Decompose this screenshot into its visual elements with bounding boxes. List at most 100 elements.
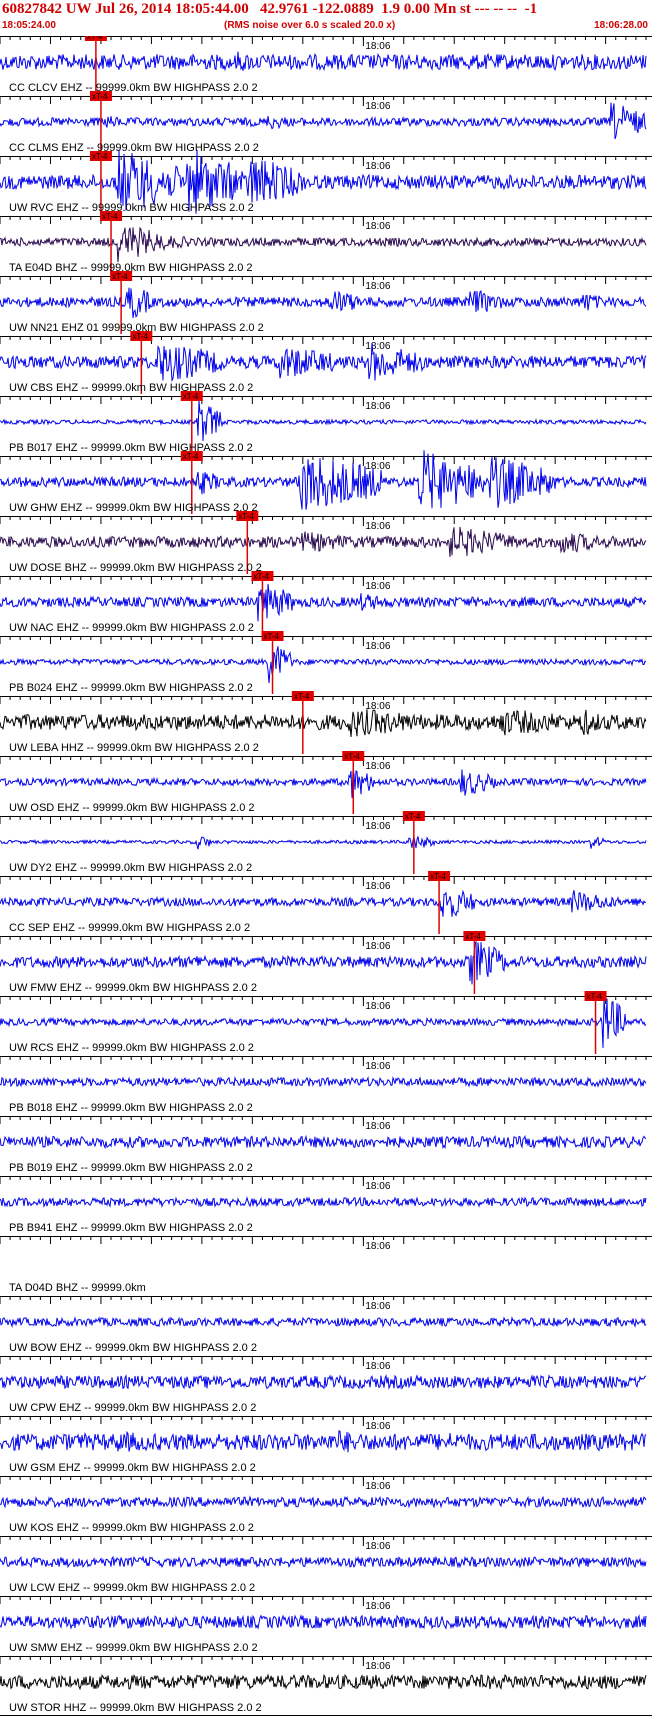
station-label: UW BOW EHZ -- 99999.0km BW HIGHPASS 2.0 … [9, 1342, 257, 1354]
station-label: PB B018 EHZ -- 99999.0km BW HIGHPASS 2.0… [9, 1102, 253, 1114]
station-label: PB B024 EHZ -- 99999.0km BW HIGHPASS 2.0… [9, 682, 253, 694]
waveform [0, 1614, 647, 1630]
minute-label: 18:06 [365, 41, 390, 52]
minute-label: 18:06 [365, 1301, 390, 1312]
minute-label: 18:06 [365, 101, 390, 112]
station-label: UW NAC EHZ -- 99999.0km BW HIGHPASS 2.0 … [9, 622, 254, 634]
trace-row: 18:06 UW BOW EHZ -- 99999.0km BW HIGHPASS… [0, 1296, 652, 1354]
waveform [0, 1555, 647, 1569]
station-label: UW KOS EHZ -- 99999.0km BW HIGHPASS 2.0 … [9, 1522, 254, 1534]
trace-row: 18:06 UW STOR HHZ -- 99999.0km BW HIGHPAS… [0, 1656, 652, 1714]
waveform [0, 646, 647, 684]
trace-row: 18:06 UW KOS EHZ -- 99999.0km BW HIGHPASS… [0, 1476, 652, 1534]
station-label: UW GHW EHZ -- 99999.0km BW HIGHPASS 2.0 … [9, 502, 258, 514]
station-label: UW GSM EHZ -- 99999.0km BW HIGHPASS 2.0 … [9, 1462, 256, 1474]
minute-label: 18:06 [365, 1541, 390, 1552]
waveform [0, 769, 647, 798]
waveform [0, 1196, 647, 1208]
station-label: UW STOR HHZ -- 99999.0km BW HIGHPASS 2.0… [9, 1702, 262, 1714]
trace-row: 18:06 UW SMW EHZ -- 99999.0km BW HIGHPASS… [0, 1596, 652, 1654]
trace-row: 18:06 PB B018 EHZ -- 99999.0km BW HIGHPAS… [0, 1056, 652, 1114]
waveform [0, 226, 647, 263]
scaling-note: (RMS noise over 6.0 s scaled 20.0 x) [224, 20, 396, 31]
minute-label: 18:06 [365, 1661, 390, 1672]
waveform [0, 584, 647, 622]
trace-row: 18:06 UW GSM EHZ -- 99999.0km BW HIGHPASS… [0, 1416, 652, 1474]
station-label: UW DOSE BHZ -- 99999.0km BW HIGHPASS 2.0… [9, 562, 262, 574]
minute-label: 18:06 [365, 761, 390, 772]
trace-row: 18:06 PB B941 EHZ -- 99999.0km BW HIGHPAS… [0, 1176, 652, 1234]
trace-row: 18:06 UW CPW EHZ -- 99999.0km BW HIGHPASS… [0, 1356, 652, 1414]
waveform [0, 1495, 647, 1509]
waveform [0, 836, 647, 850]
minute-label: 18:06 [365, 1601, 390, 1612]
station-label: UW RCS EHZ -- 99999.0km BW HIGHPASS 2.0 … [9, 1042, 254, 1054]
minute-label: 18:06 [365, 641, 390, 652]
pick-label: xT-4 [183, 452, 199, 461]
minute-label: 18:06 [365, 881, 390, 892]
waveform [0, 709, 647, 737]
minute-label: 18:06 [365, 1481, 390, 1492]
waveform [0, 526, 647, 558]
trace-row: 18:06 xT-4 UW DOSE BHZ -- 99999.0km BW HIG… [0, 511, 652, 574]
minute-label: 18:06 [365, 941, 390, 952]
minute-label: 18:06 [365, 701, 390, 712]
trace-row: 18:06 TA D04D BHZ -- 99999.0km [0, 1236, 652, 1294]
pick-label: xT-4 [132, 332, 148, 341]
trace-row: 18:06 xT-4 UW LEBA HHZ -- 99999.0km BW HIG… [0, 691, 652, 754]
waveform [0, 400, 647, 441]
waveform [0, 1673, 647, 1691]
waveform [0, 1374, 647, 1391]
trace-row: 18:06 xT-4 UW RVC EHZ -- 99999.0km BW HIGH… [0, 149, 652, 214]
minute-label: 18:06 [365, 1061, 390, 1072]
trace-row: 18:06 xT-4 UW NAC EHZ -- 99999.0km BW HIGH… [0, 571, 652, 634]
station-label: UW LCW EHZ -- 99999.0km BW HIGHPASS 2.0 … [9, 1582, 255, 1594]
waveform [0, 998, 647, 1048]
station-label: UW CPW EHZ -- 99999.0km BW HIGHPASS 2.0 … [9, 1402, 256, 1414]
trace-row: 18:06 xT-4 UW OSD EHZ -- 99999.0km BW HIGH… [0, 751, 652, 814]
trace-row: 18:06xT-4TA E04D BHZ -- 99999.0km BW HIG… [0, 211, 652, 274]
station-label: CC CLMS EHZ -- 99999.0km BW HIGHPASS 2.0… [9, 142, 259, 154]
minute-label: 18:06 [365, 521, 390, 532]
pick-label: xT-4 [465, 932, 481, 941]
pick-label: xT-4 [238, 512, 254, 521]
pick-label: xT-4 [344, 752, 360, 761]
event-title: 60827842 UW Jul 26, 2014 18:05:44.00 42.… [2, 1, 538, 17]
pick-label: xT-4 [112, 272, 128, 281]
waveform [0, 1076, 647, 1088]
trace-row: 18:06 xT-4 UW CBS EHZ -- 99999.0km BW HIGH… [0, 331, 652, 394]
minute-label: 18:06 [365, 1121, 390, 1132]
plot-header: 60827842 UW Jul 26, 2014 18:05:44.00 42.… [0, 0, 652, 36]
pick-label: xT-4 [253, 572, 269, 581]
trace-row: 18:06 PB B019 EHZ -- 99999.0km BW HIGHPAS… [0, 1116, 652, 1174]
waveform [0, 889, 647, 917]
trace-row: 18:06 xT-4 CC CLMS EHZ -- 99999.0km BW HIG… [0, 91, 652, 154]
pick-label: xT-4 [183, 392, 199, 401]
waveform [0, 102, 647, 140]
station-label: PB B019 EHZ -- 99999.0km BW HIGHPASS 2.0… [9, 1162, 253, 1174]
seismogram-plot: 18:06xT-4CC CLCV EHZ -- 99999.0km BW HIG… [0, 36, 652, 1716]
station-label: UW LEBA HHZ -- 99999.0km BW HIGHPASS 2.0… [9, 742, 259, 754]
trace-row: 18:06xT-4UW NN21 EHZ 01 99999.0km BW HIG… [0, 271, 652, 334]
waveform [0, 342, 647, 383]
station-label: UW RVC EHZ -- 99999.0km BW HIGHPASS 2.0 … [9, 202, 254, 214]
pick-label: xT-4 [430, 872, 446, 881]
trace-row: 18:06 xT-4 CC SEP EHZ -- 99999.0km BW HIGH… [0, 871, 652, 934]
minute-label: 18:06 [365, 1181, 390, 1192]
waveform [0, 1134, 647, 1150]
waveform [0, 940, 647, 985]
station-label: PB B017 EHZ -- 99999.0km BW HIGHPASS 2.0… [9, 442, 253, 454]
station-label: UW SMW EHZ -- 99999.0km BW HIGHPASS 2.0 … [9, 1642, 258, 1654]
station-label: UW CBS EHZ -- 99999.0km BW HIGHPASS 2.0 … [9, 382, 253, 394]
trace-row: 18:06 xT-4 UW RCS EHZ -- 99999.0km BW HIGH… [0, 991, 652, 1054]
minute-label: 18:06 [365, 161, 390, 172]
end-time: 18:06:28.00 [594, 20, 648, 31]
start-time: 18:05:24.00 [2, 20, 56, 31]
pick-label: xT-4 [264, 632, 280, 641]
trace-row: 18:06 xT-4 PB B017 EHZ -- 99999.0km BW HIG… [0, 391, 652, 454]
pick-label: xT-4 [102, 212, 118, 221]
pick-label: xT-4 [92, 92, 108, 101]
waveform [0, 1315, 647, 1328]
minute-label: 18:06 [365, 581, 390, 592]
station-label: CC SEP EHZ -- 99999.0km BW HIGHPASS 2.0 … [9, 922, 250, 934]
